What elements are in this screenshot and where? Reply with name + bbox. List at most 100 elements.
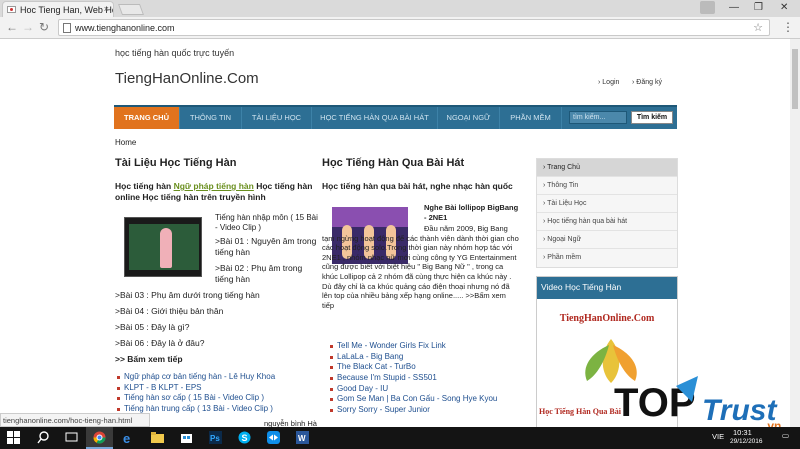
list-item[interactable]: The Black Cat - TurBo (329, 362, 524, 373)
word-taskbar-button[interactable]: W (289, 427, 316, 449)
nav-ngoai-ngu[interactable]: NGOẠI NGỮ (438, 107, 500, 129)
favicon-icon (7, 6, 16, 13)
web-page: học tiếng hàn quốc trực tuyến TiengHanOn… (0, 40, 790, 427)
window-close-icon[interactable]: ✕ (780, 2, 788, 13)
browser-menu-icon[interactable]: ⋮ (782, 20, 794, 34)
register-link[interactable]: › Đăng ký (632, 79, 662, 86)
sidebar-item-phan-mem[interactable]: › Phần mềm (537, 249, 677, 267)
page-icon (63, 23, 71, 33)
left-more-link[interactable]: >> Bấm xem tiếp (115, 354, 183, 365)
search-icon (37, 431, 49, 444)
photoshop-icon: Ps (209, 431, 222, 444)
left-link-list: Ngữ pháp cơ bản tiếng hàn - Lê Huy Khoa … (116, 372, 326, 415)
list-item[interactable]: KLPT - B KLPT - EPS (116, 383, 326, 394)
sidebar-item-ngoai-ngu[interactable]: › Ngoại Ngữ (537, 231, 677, 249)
start-button[interactable] (0, 427, 27, 449)
list-item[interactable]: Gom Se Man | Ba Con Gấu - Song Hye Kyou (329, 394, 524, 405)
address-bar[interactable]: www.tienghanonline.com ☆ (58, 19, 770, 36)
partial-text: nguyễn bình Hà (264, 419, 317, 427)
sidebar-item-thong-tin[interactable]: › Thông Tin (537, 177, 677, 195)
svg-text:Ps: Ps (210, 434, 220, 443)
song-title[interactable]: Nghe Bài lollipop BigBang - 2NE1 (424, 203, 519, 223)
lesson-3[interactable]: >Bài 03 : Phụ âm dưới trong tiếng hàn (115, 290, 260, 301)
forward-icon[interactable]: → (22, 20, 34, 34)
list-item[interactable]: Tiếng hàn sơ cấp ( 15 Bài - Video Clip ) (116, 393, 326, 404)
edge-icon: e (123, 431, 130, 444)
browser-tabstrip: Hoc Tieng Han, Web Hoc × — ❐ ✕ (0, 0, 800, 17)
explorer-taskbar-button[interactable] (144, 427, 171, 449)
nav-trang-chu[interactable]: TRANG CHỦ (114, 107, 180, 129)
svg-text:W: W (298, 434, 306, 443)
search-input[interactable]: tìm kiếm... (569, 111, 627, 124)
clock-date[interactable]: 29/12/2016 (730, 438, 763, 445)
left-heading: Tài Liệu Học Tiếng Hàn (115, 157, 237, 169)
notification-icon[interactable]: ▭ (782, 431, 789, 440)
main-nav: TRANG CHỦ THÔNG TIN TÀI LIỆU HỌC HỌC TIẾ… (114, 105, 677, 129)
back-icon[interactable]: ← (6, 20, 18, 34)
lesson-4[interactable]: >Bài 04 : Giới thiệu bản thân (115, 306, 223, 317)
nav-hoc-qua-bai-hat[interactable]: HỌC TIẾNG HÀN QUA BÀI HÁT (312, 107, 438, 129)
close-tab-icon[interactable]: × (104, 4, 109, 14)
middle-heading: Học Tiếng Hàn Qua Bài Hát (322, 157, 465, 169)
task-view-button[interactable] (58, 427, 85, 449)
list-item[interactable]: Good Day - IU (329, 384, 524, 395)
skype-taskbar-button[interactable]: S (231, 427, 258, 449)
video-title[interactable]: Tiếng hàn nhập môn ( 15 Bài - Video Clip… (215, 213, 318, 233)
minimize-icon[interactable]: — (729, 2, 739, 13)
song-description: Đầu năm 2009, Big Bang tạm ngừng hoạt độ… (322, 224, 519, 310)
list-item[interactable]: Tell Me - Wonder Girls Fix Link (329, 341, 524, 352)
address-toolbar: ← → ↻ www.tienghanonline.com ☆ ⋮ (0, 17, 800, 39)
new-tab-button[interactable] (117, 4, 145, 15)
scrollbar-thumb[interactable] (792, 49, 798, 109)
folder-icon (151, 432, 164, 443)
skype-icon: S (238, 431, 251, 444)
windows-taskbar: e Ps S W VIE 10:31 29/12/2016 ▭ (0, 427, 800, 449)
video-logo-text[interactable]: TiengHanOnline.Com (543, 313, 671, 324)
lesson-2[interactable]: >Bài 02 : Phụ âm trong tiếng hàn (215, 263, 318, 285)
nav-phan-mem[interactable]: PHẦN MỀM (500, 107, 562, 129)
sidebar-item-bai-hat[interactable]: › Học tiếng hàn qua bài hát (537, 213, 677, 231)
language-indicator[interactable]: VIE (712, 432, 724, 441)
list-item[interactable]: Because I'm Stupid - SS501 (329, 373, 524, 384)
teamviewer-taskbar-button[interactable] (260, 427, 287, 449)
windows-icon (7, 431, 20, 444)
svg-text:S: S (242, 433, 248, 443)
profile-icon[interactable] (700, 1, 715, 14)
tab-title: Hoc Tieng Han, Web Hoc (20, 5, 114, 15)
nav-thong-tin[interactable]: THÔNG TIN (180, 107, 242, 129)
lesson-1[interactable]: >Bài 01 : Nguyên âm trong tiếng hàn (215, 236, 318, 258)
browser-tab[interactable]: Hoc Tieng Han, Web Hoc × (2, 1, 114, 17)
reload-icon[interactable]: ↻ (39, 20, 49, 34)
maximize-icon[interactable]: ❐ (754, 2, 763, 13)
search-button[interactable]: Tìm kiếm (631, 111, 673, 124)
store-taskbar-button[interactable] (173, 427, 200, 449)
bookmark-star-icon[interactable]: ☆ (753, 21, 763, 34)
store-icon (181, 434, 192, 443)
list-item[interactable]: Sorry Sorry - Super Junior (329, 405, 524, 416)
video-logo-caption: Học Tiếng Hàn Qua Bài (539, 407, 621, 416)
svg-text:e: e (123, 431, 130, 444)
video-widget-title: Video Học Tiếng Hàn (537, 277, 677, 299)
search-taskbar-button[interactable] (30, 427, 57, 449)
edge-taskbar-button[interactable]: e (115, 427, 142, 449)
list-item[interactable]: LaLaLa - Big Bang (329, 352, 524, 363)
sidebar-item-trang-chu[interactable]: › Trang Chủ (537, 159, 677, 177)
url-text: www.tienghanonline.com (75, 23, 175, 33)
list-item[interactable]: Ngữ pháp cơ bản tiếng hàn - Lê Huy Khoa (116, 372, 326, 383)
sidebar-item-tai-lieu[interactable]: › Tài Liệu Học (537, 195, 677, 213)
lesson-5[interactable]: >Bài 05 : Đây là gì? (115, 322, 189, 333)
status-bar: tienghanonline.com/hoc-tieng-han.html (0, 413, 150, 427)
clock-time[interactable]: 10:31 (733, 428, 752, 437)
task-view-icon (65, 432, 78, 442)
grammar-link[interactable]: Ngữ pháp tiếng hàn (174, 181, 254, 191)
login-link[interactable]: › Login (598, 79, 619, 86)
page-scrollbar[interactable] (790, 39, 800, 427)
video-thumbnail[interactable] (124, 217, 202, 277)
word-icon: W (296, 431, 309, 444)
site-title[interactable]: TiengHanOnline.Com (115, 70, 259, 87)
nav-tai-lieu-hoc[interactable]: TÀI LIỆU HỌC (242, 107, 312, 129)
photoshop-taskbar-button[interactable]: Ps (202, 427, 229, 449)
breadcrumb[interactable]: Home (115, 138, 136, 147)
chrome-taskbar-button[interactable] (86, 427, 113, 449)
lesson-6[interactable]: >Bài 06 : Đây là ở đâu? (115, 338, 204, 349)
